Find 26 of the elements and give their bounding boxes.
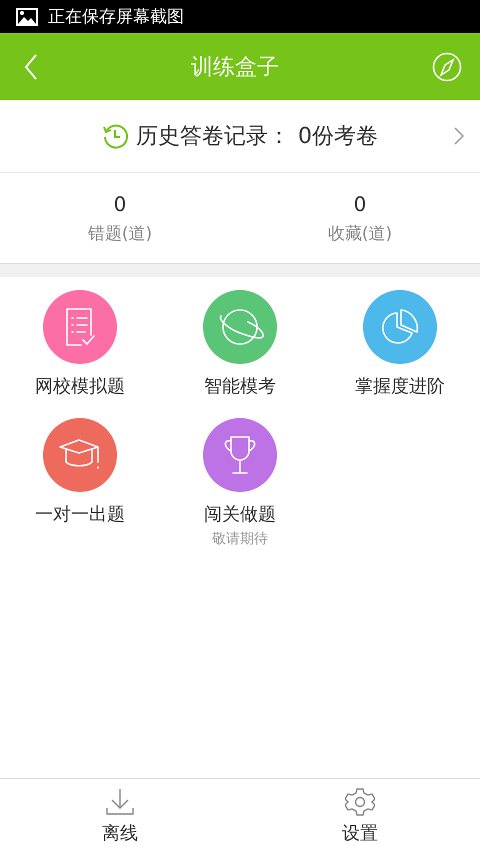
notification-text: 正在保存屏幕截图	[48, 6, 184, 28]
feature-note: 敬请期待	[212, 530, 268, 548]
nav-tab[interactable]: 设置	[240, 779, 480, 853]
pie-chart-icon	[380, 307, 420, 347]
chevron-right-icon	[454, 127, 464, 145]
image-icon	[16, 8, 38, 26]
history-label: 历史答卷记录：	[136, 123, 290, 151]
stat-value: 0	[114, 192, 126, 216]
download-icon	[105, 787, 135, 817]
feature-label: 闯关做题	[204, 503, 276, 526]
stat-label: 收藏(道)	[328, 222, 392, 244]
feature-label: 掌握度进阶	[355, 375, 445, 398]
screen-title: 训练盒子	[191, 54, 279, 82]
stat-label: 错题(道)	[88, 222, 152, 244]
settings-icon	[345, 787, 375, 817]
history-icon	[102, 123, 128, 149]
document-check-icon	[63, 307, 97, 347]
feature-label: 智能模考	[204, 375, 276, 398]
stat-value: 0	[354, 192, 366, 216]
history-value: 0份考卷	[298, 123, 378, 151]
compass-icon[interactable]	[432, 52, 462, 82]
history-row[interactable]: 历史答卷记录： 0份考卷	[0, 100, 480, 173]
feature-label: 一对一出题	[35, 503, 125, 526]
nav-tab[interactable]: 离线	[0, 779, 240, 853]
back-icon[interactable]	[24, 54, 38, 80]
feature-label: 网校模拟题	[35, 375, 125, 398]
